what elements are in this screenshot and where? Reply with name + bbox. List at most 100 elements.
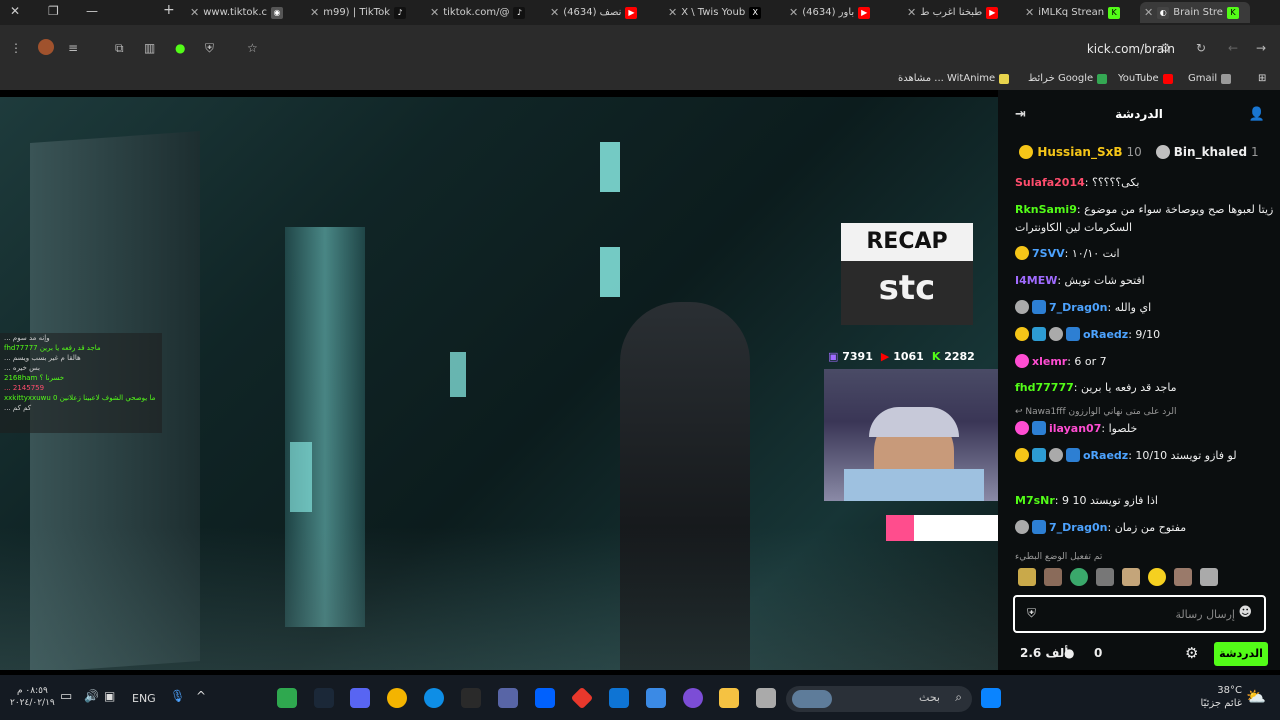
tab-close-icon[interactable]: ✕ bbox=[789, 6, 798, 19]
media-controls-icon[interactable]: ≡ bbox=[68, 41, 78, 55]
chat-username[interactable]: I4MEW bbox=[1015, 274, 1057, 287]
gifter-2[interactable]: Bin_khaled 1 bbox=[1155, 142, 1259, 162]
chat-message: I4MEW: افتحو شات تويش bbox=[1015, 274, 1145, 287]
tab-close-icon[interactable]: ✕ bbox=[1144, 6, 1153, 19]
start-button-icon[interactable] bbox=[981, 688, 1001, 708]
store-icon[interactable] bbox=[646, 688, 666, 708]
bookmark-star-icon[interactable]: ☆ bbox=[247, 41, 258, 55]
xbox-app-icon[interactable] bbox=[277, 688, 297, 708]
bookmark-youtube[interactable]: YouTube bbox=[1118, 73, 1173, 84]
emote[interactable] bbox=[1174, 568, 1192, 586]
close-window-icon[interactable]: ✕ bbox=[10, 4, 20, 18]
emote[interactable] bbox=[1018, 568, 1036, 586]
emote[interactable] bbox=[1044, 568, 1062, 586]
tab-0[interactable]: ✕ www.tiktok.c ◉ bbox=[190, 2, 295, 23]
tab-8-active[interactable]: ✕ ◐ Brain Stre K bbox=[1140, 2, 1250, 23]
chat-footer: 2.6 ألف ● 0 ⚙ الدردشة bbox=[998, 642, 1280, 670]
bookmark-gmail[interactable]: Gmail bbox=[1188, 73, 1232, 84]
chat-username[interactable]: oRaedz bbox=[1083, 328, 1128, 341]
edge-icon[interactable] bbox=[424, 688, 444, 708]
emote[interactable] bbox=[1148, 568, 1166, 586]
network-icon[interactable]: ▣ bbox=[104, 689, 115, 703]
url-field[interactable]: kick.com/brain bbox=[1087, 42, 1175, 56]
microphone-icon[interactable]: 🎙 bbox=[170, 689, 185, 703]
app-diamond-icon[interactable] bbox=[570, 686, 594, 710]
shield-icon[interactable]: ⛨ bbox=[205, 41, 214, 56]
chat-username[interactable]: ilayan07 bbox=[1049, 422, 1101, 435]
dropbox-icon[interactable] bbox=[535, 688, 555, 708]
chat-message-input[interactable] bbox=[1055, 605, 1235, 623]
battery-icon[interactable]: ▭ bbox=[60, 689, 72, 704]
back-icon[interactable]: → bbox=[1256, 41, 1266, 55]
users-icon[interactable]: 👤 bbox=[1249, 107, 1265, 122]
maps-icon bbox=[1097, 73, 1108, 84]
tab-close-icon[interactable]: ✕ bbox=[310, 6, 319, 19]
chat-username[interactable]: M7sNr bbox=[1015, 494, 1055, 507]
tab-close-icon[interactable]: ✕ bbox=[907, 6, 916, 19]
tab-close-icon[interactable]: ✕ bbox=[550, 6, 559, 19]
tray-chevron-icon[interactable]: ^ bbox=[196, 689, 206, 703]
shield-icon[interactable]: ⛨ bbox=[1027, 606, 1036, 621]
chat-username[interactable]: 7_Drag0n bbox=[1049, 521, 1108, 534]
bookmark-maps[interactable]: خرائط Google bbox=[1028, 73, 1108, 84]
clock[interactable]: ٠٨:٥٩ م ٢٠٢٤/٠٢/١٩ bbox=[10, 685, 55, 709]
collapse-chat-icon[interactable]: ⇥ bbox=[1015, 107, 1026, 122]
tab-5[interactable]: ✕ (4634) باور ▶ bbox=[789, 2, 889, 23]
chat-username[interactable]: RknSami9 bbox=[1015, 203, 1077, 216]
tab-close-icon[interactable]: ✕ bbox=[1025, 6, 1034, 19]
chat-username[interactable]: 7SVV bbox=[1032, 247, 1065, 260]
chat-username[interactable]: Sulafa2014 bbox=[1015, 176, 1085, 189]
app-window-icon[interactable] bbox=[756, 688, 776, 708]
weather-widget[interactable]: 38°C غائم جزئيًا bbox=[1200, 684, 1242, 710]
tab-7[interactable]: ✕ iMLKq Strean K bbox=[1025, 2, 1125, 23]
mail-icon[interactable] bbox=[609, 688, 629, 708]
tab-close-icon[interactable]: ✕ bbox=[668, 6, 677, 19]
tab-4[interactable]: ✕ X \ Twis Youb X bbox=[668, 2, 768, 23]
menu-dots-icon[interactable]: ⋮ bbox=[10, 41, 22, 55]
reload-icon[interactable]: ↻ bbox=[1196, 41, 1206, 55]
extensions-icon[interactable]: ⧉ bbox=[115, 41, 124, 56]
emoji-icon[interactable]: ☻ bbox=[1238, 605, 1252, 620]
chat-send-button[interactable]: الدردشة bbox=[1214, 642, 1268, 666]
copilot-icon[interactable] bbox=[683, 688, 703, 708]
bookmark-witanime[interactable]: مشاهدة ... WitAnime bbox=[898, 73, 1010, 84]
chat-username[interactable]: fhd77777 bbox=[1015, 381, 1074, 394]
chat-input-box[interactable]: ⛨ ☻ bbox=[1013, 595, 1266, 633]
emote[interactable] bbox=[1070, 568, 1088, 586]
chat-username[interactable]: oRaedz bbox=[1083, 449, 1128, 462]
steam-icon[interactable] bbox=[314, 688, 334, 708]
emote[interactable] bbox=[1122, 568, 1140, 586]
new-tab-icon[interactable]: + bbox=[163, 2, 175, 18]
chat-username[interactable]: xlemr bbox=[1032, 355, 1067, 368]
tab-close-icon[interactable]: ✕ bbox=[190, 6, 199, 19]
apps-icon[interactable]: ⊞ bbox=[1258, 73, 1266, 84]
gifter-1[interactable]: Hussian_SxB 10 bbox=[1019, 142, 1142, 162]
tab-6[interactable]: ✕ طبخنا اغرب ط ▶ bbox=[907, 2, 1007, 23]
extension-icon[interactable]: ▥ bbox=[144, 41, 155, 55]
chat-text: افتحو شات تويش bbox=[1064, 274, 1145, 287]
chat-username[interactable]: 7_Drag0n bbox=[1049, 301, 1108, 314]
forward-icon[interactable]: ← bbox=[1228, 41, 1238, 55]
minimize-window-icon[interactable]: — bbox=[86, 4, 98, 18]
taskbar-search[interactable]: بحث ⌕ bbox=[786, 686, 972, 712]
extension-badge-icon[interactable]: ● bbox=[175, 41, 185, 55]
language-indicator[interactable]: ENG bbox=[132, 692, 156, 705]
file-explorer-icon[interactable] bbox=[719, 688, 739, 708]
profile-avatar[interactable] bbox=[38, 39, 54, 55]
points-icon[interactable]: ● bbox=[1064, 646, 1074, 660]
tab-close-icon[interactable]: ✕ bbox=[430, 6, 439, 19]
search-icon: ⌕ bbox=[955, 690, 962, 704]
emote[interactable] bbox=[1096, 568, 1114, 586]
chat-username[interactable]: Nawa1fff bbox=[1025, 407, 1065, 417]
tab-2[interactable]: ✕ tiktok.com/@ ♪ bbox=[430, 2, 535, 23]
discord-icon[interactable] bbox=[350, 688, 370, 708]
restore-window-icon[interactable]: ❐ bbox=[48, 4, 59, 18]
epic-games-icon[interactable] bbox=[461, 688, 481, 708]
chrome-icon[interactable] bbox=[387, 688, 407, 708]
chat-settings-icon[interactable]: ⚙ bbox=[1185, 644, 1198, 662]
volume-icon[interactable]: 🔊 bbox=[84, 689, 99, 703]
tab-1[interactable]: ✕ m99) | TikTok ♪ bbox=[310, 2, 415, 23]
emote[interactable] bbox=[1200, 568, 1218, 586]
app-icon[interactable] bbox=[498, 688, 518, 708]
tab-3[interactable]: ✕ (4634) نصف ▶ bbox=[550, 2, 650, 23]
